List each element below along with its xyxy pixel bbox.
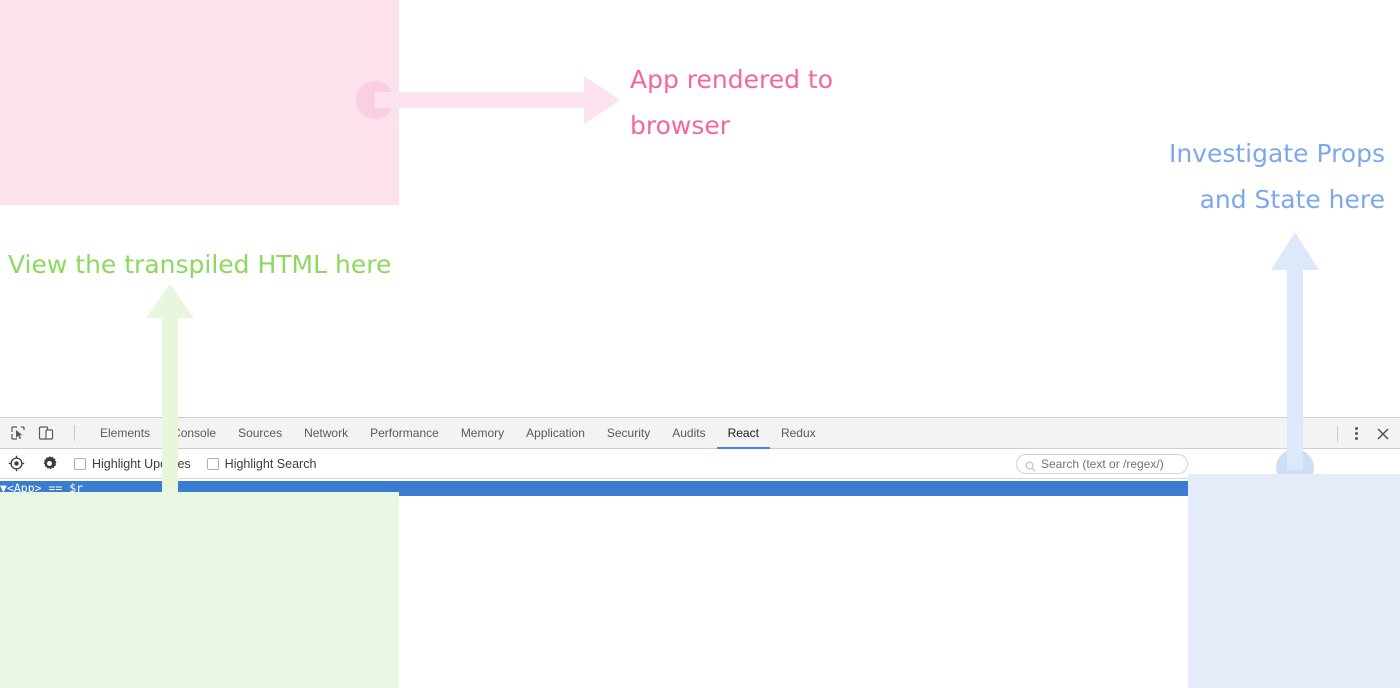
state-entry-name[interactable]: name: "Jane Doe" bbox=[1189, 532, 1400, 546]
tree-node-app-ref: == $r bbox=[41, 481, 84, 495]
inspector-footer-divider bbox=[1189, 674, 1400, 675]
caret-icon-h1[interactable]: ▼ bbox=[14, 496, 21, 510]
search-icon bbox=[1025, 459, 1036, 472]
react-search-input[interactable]: Search (text or /regex/) bbox=[1016, 454, 1188, 474]
devtools-tabs: Elements Console Sources Network Perform… bbox=[89, 418, 827, 449]
highlight-region-rendered-app bbox=[0, 0, 399, 205]
state-section: State name: "Jane Doe" bbox=[1189, 515, 1400, 550]
screenshot-root: Hello Jane Doe bbox=[0, 0, 1400, 688]
react-props-state-inspector: Props Empty object State name: "Jane Doe… bbox=[1188, 479, 1400, 688]
annotation-props-state-line1: Investigate Props bbox=[1168, 139, 1385, 168]
tree-node-text-hello: "Hello " bbox=[34, 510, 91, 525]
more-options-icon[interactable] bbox=[1348, 426, 1364, 442]
state-title: State bbox=[1197, 518, 1232, 532]
highlight-updates-label: Highlight Updates bbox=[92, 456, 191, 471]
tab-elements[interactable]: Elements bbox=[89, 418, 161, 449]
tab-application[interactable]: Application bbox=[515, 418, 596, 449]
tree-node-h1-tag: <h1> bbox=[20, 495, 49, 510]
tab-react[interactable]: React bbox=[717, 418, 770, 449]
react-component-tree[interactable]: ▼<App> == $r ▼<h1> "Hello " "Jane Doe" <… bbox=[0, 479, 1188, 688]
toolbar-divider bbox=[74, 425, 75, 441]
devtools-tabbar-right-controls bbox=[1327, 418, 1392, 449]
props-section: Props Empty object bbox=[1189, 479, 1400, 515]
settings-gear-icon[interactable] bbox=[41, 455, 58, 472]
close-devtools-icon[interactable] bbox=[1374, 425, 1392, 443]
tab-redux[interactable]: Redux bbox=[770, 418, 827, 449]
annotation-app-rendered-line1: App rendered to bbox=[630, 65, 834, 94]
tree-node-app-tag: <App> bbox=[6, 481, 42, 495]
tree-node-app-close: </App> bbox=[6, 553, 49, 568]
tree-row-app-close[interactable]: </App> bbox=[0, 554, 1188, 569]
tab-performance[interactable]: Performance bbox=[359, 418, 450, 449]
devtools-tool-icons bbox=[0, 425, 89, 441]
tab-sources[interactable]: Sources bbox=[227, 418, 293, 449]
device-toolbar-icon[interactable] bbox=[38, 425, 54, 441]
highlight-updates-checkbox[interactable]: Highlight Updates bbox=[74, 457, 191, 471]
caret-icon-app[interactable]: ▼ bbox=[0, 481, 7, 495]
search-placeholder-text: Search (text or /regex/) bbox=[1041, 457, 1164, 471]
react-panel-toolbar: Highlight Updates Highlight Search Searc… bbox=[0, 449, 1400, 479]
tab-console[interactable]: Console bbox=[161, 418, 227, 449]
tree-row-text-name[interactable]: "Jane Doe" bbox=[0, 525, 1188, 540]
tab-audits[interactable]: Audits bbox=[661, 418, 716, 449]
state-key-name: name: bbox=[1209, 532, 1244, 546]
tab-memory[interactable]: Memory bbox=[450, 418, 515, 449]
annotation-app-rendered-line2: browser bbox=[630, 111, 731, 140]
tab-security[interactable]: Security bbox=[596, 418, 661, 449]
annotation-transpiled-html: View the transpiled HTML here bbox=[8, 250, 392, 279]
checkbox-box-highlight-search[interactable] bbox=[206, 457, 219, 470]
state-value-name: "Jane Doe" bbox=[1250, 532, 1320, 546]
highlight-search-label: Highlight Search bbox=[224, 456, 317, 471]
highlight-search-checkbox[interactable]: Highlight Search bbox=[206, 456, 317, 471]
tree-row-text-hello[interactable]: "Hello " bbox=[0, 510, 1188, 525]
tree-node-h1-close: </h1> bbox=[20, 539, 56, 554]
tree-row-h1-close[interactable]: </h1> bbox=[0, 539, 1188, 554]
annotation-app-rendered: App rendered to browser bbox=[630, 57, 930, 149]
tabbar-right-divider bbox=[1337, 425, 1338, 442]
react-panel-body: ▼<App> == $r ▼<h1> "Hello " "Jane Doe" <… bbox=[0, 479, 1400, 688]
devtools-panel: Elements Console Sources Network Perform… bbox=[0, 417, 1400, 688]
select-component-icon[interactable] bbox=[8, 455, 25, 472]
tree-node-text-name: "Jane Doe" bbox=[34, 524, 104, 539]
props-title: Props bbox=[1197, 482, 1232, 496]
inspect-element-icon[interactable] bbox=[10, 425, 26, 441]
devtools-tabbar: Elements Console Sources Network Perform… bbox=[0, 418, 1400, 449]
tree-row-app[interactable]: ▼<App> == $r bbox=[0, 481, 1188, 496]
props-empty-value: Empty object bbox=[1209, 496, 1279, 510]
tree-row-h1[interactable]: ▼<h1> bbox=[0, 496, 1188, 511]
annotation-props-state: Investigate Props and State here bbox=[1060, 131, 1385, 223]
component-source-path: /Users/edmond/WebstormProjects bbox=[1197, 677, 1400, 688]
annotation-props-state-line2: and State here bbox=[1199, 185, 1385, 214]
tab-network[interactable]: Network bbox=[293, 418, 359, 449]
checkbox-box-highlight-updates[interactable] bbox=[74, 457, 86, 470]
